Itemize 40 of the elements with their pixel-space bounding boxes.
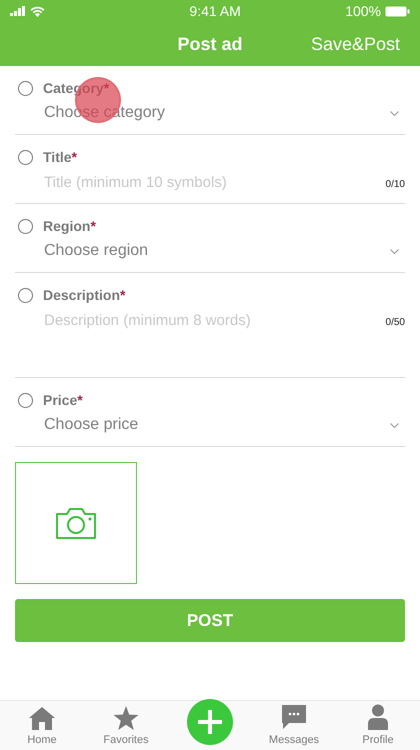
chevron-down-icon <box>390 248 399 254</box>
battery-percent: 100% <box>345 2 381 20</box>
post-button[interactable]: POST <box>15 599 405 642</box>
chevron-down-icon <box>390 110 399 116</box>
character-counter: 0/10 <box>386 178 405 192</box>
required-mark: * <box>77 390 83 410</box>
signal-icon <box>10 6 26 16</box>
field-label: Description <box>43 286 120 305</box>
required-mark: * <box>120 286 126 304</box>
field-label: Price <box>43 390 78 410</box>
radio-button[interactable] <box>18 392 33 408</box>
chevron-down-icon <box>390 422 399 428</box>
radio-button[interactable] <box>18 80 33 96</box>
radio-button[interactable] <box>18 150 33 164</box>
required-mark: * <box>72 148 77 166</box>
tab-item[interactable]: Profile <box>336 701 420 750</box>
chat-bubble-icon <box>281 704 307 730</box>
home-icon <box>28 706 56 730</box>
required-mark: * <box>104 78 110 98</box>
tab-item[interactable]: Favorites <box>84 701 168 750</box>
tab-item[interactable]: Home <box>0 701 84 750</box>
star-icon <box>113 706 139 730</box>
tab-item[interactable]: Messages <box>252 701 336 750</box>
plus-icon <box>197 709 223 735</box>
wifi-icon <box>30 6 45 16</box>
field-label: Title <box>43 148 72 166</box>
radio-button[interactable] <box>18 288 33 302</box>
camera-icon <box>54 506 98 540</box>
save-and-post-button[interactable]: Save&Post <box>310 31 400 58</box>
dropdown-field[interactable]: Choose price <box>44 413 405 437</box>
add-photo-button[interactable] <box>15 462 137 584</box>
radio-button[interactable] <box>18 218 33 234</box>
screen-title: Post ad <box>177 32 242 56</box>
battery-icon <box>385 6 410 16</box>
field-label: Region <box>43 216 90 236</box>
person-icon <box>368 704 388 730</box>
dropdown-field[interactable]: Choose region <box>44 239 405 263</box>
status-time: 9:41 AM <box>189 2 241 20</box>
required-mark: * <box>90 216 96 236</box>
character-counter: 0/50 <box>386 316 405 330</box>
